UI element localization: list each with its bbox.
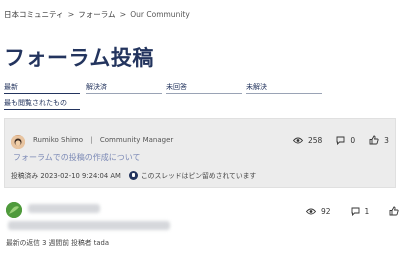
eye-icon: [293, 137, 303, 143]
post-title-link[interactable]: フォーラムでの投稿の作成について: [13, 152, 141, 163]
post-author-line: Rumiko Shimo | Community Manager: [33, 136, 173, 144]
views-stat: 258: [293, 136, 322, 145]
tab-latest[interactable]: 最新: [4, 82, 80, 94]
sort-selected-label: 最も閲覧されたもの: [4, 99, 67, 107]
tab-unsolved[interactable]: 未解決: [246, 82, 322, 94]
pin-icon: [128, 170, 138, 180]
views-count: 258: [308, 135, 323, 145]
replies-count: 1: [364, 206, 370, 216]
page-title: フォーラム投稿: [4, 46, 154, 70]
post-date: 投稿済み 2023-02-10 9:24:04 AM: [11, 172, 121, 180]
post-stats: 258 0 3: [293, 135, 389, 145]
tab-underline: [166, 93, 242, 94]
breadcrumb-separator: >: [67, 10, 75, 19]
thumbs-up-icon: [369, 135, 379, 145]
breadcrumb-item-current: Our Community: [130, 10, 190, 19]
tab-solved[interactable]: 解決済: [86, 82, 162, 94]
tab-unanswered[interactable]: 未回答: [166, 82, 242, 94]
author-name[interactable]: Rumiko Shimo: [33, 136, 83, 144]
avatar[interactable]: [11, 135, 25, 149]
replies-stat: 0: [336, 136, 355, 145]
sort-dropdown[interactable]: 最も閲覧されたもの: [4, 98, 67, 108]
tab-underline: [246, 93, 322, 94]
likes-count: 3: [384, 135, 389, 145]
post-stats: 92 1 1: [306, 206, 400, 216]
tab-label: 未解決: [246, 83, 267, 91]
likes-stat[interactable]: 1: [389, 206, 400, 216]
breadcrumb-separator: >: [119, 10, 127, 19]
tab-underline: [86, 93, 162, 94]
tab-label: 解決済: [86, 83, 107, 91]
breadcrumb: 日本コミュニティ > フォーラム > Our Community: [4, 9, 190, 20]
sort-underline: [4, 109, 80, 110]
last-reply-info: 最新の返信 3 週間前 投稿者 tada: [6, 239, 110, 247]
replies-count: 0: [350, 135, 356, 145]
breadcrumb-item-forum[interactable]: フォーラム: [78, 9, 115, 20]
replies-stat: 1: [351, 206, 370, 216]
filter-tabs: 最新 解決済 未回答 未解決 最も閲覧されたもの: [4, 82, 396, 112]
views-stat: 92: [306, 207, 331, 216]
post-row: 最新の返信 3 週間前 投稿者 tada 92 1 1: [4, 196, 399, 256]
avatar[interactable]: [6, 202, 22, 218]
comment-icon: [336, 136, 345, 145]
views-count: 92: [321, 206, 331, 216]
pinned-note: このスレッドはピン留めされています: [140, 172, 257, 180]
author-name-redacted: [28, 204, 100, 213]
thumbs-up-icon: [389, 206, 399, 216]
likes-stat[interactable]: 3: [369, 135, 389, 145]
post-title-redacted[interactable]: [8, 221, 170, 230]
tab-label: 未回答: [166, 83, 187, 91]
tab-label: 最新: [4, 83, 18, 91]
divider: |: [90, 136, 93, 144]
tab-underline: [4, 93, 80, 94]
comment-icon: [351, 207, 359, 216]
eye-icon: [306, 208, 316, 214]
pinned-post: Rumiko Shimo | Community Manager フォーラムでの…: [4, 118, 396, 188]
breadcrumb-item-community[interactable]: 日本コミュニティ: [4, 9, 64, 20]
author-role: Community Manager: [99, 136, 174, 144]
post-meta: 投稿済み 2023-02-10 9:24:04 AM このスレッドはピン留めされ…: [11, 170, 256, 180]
